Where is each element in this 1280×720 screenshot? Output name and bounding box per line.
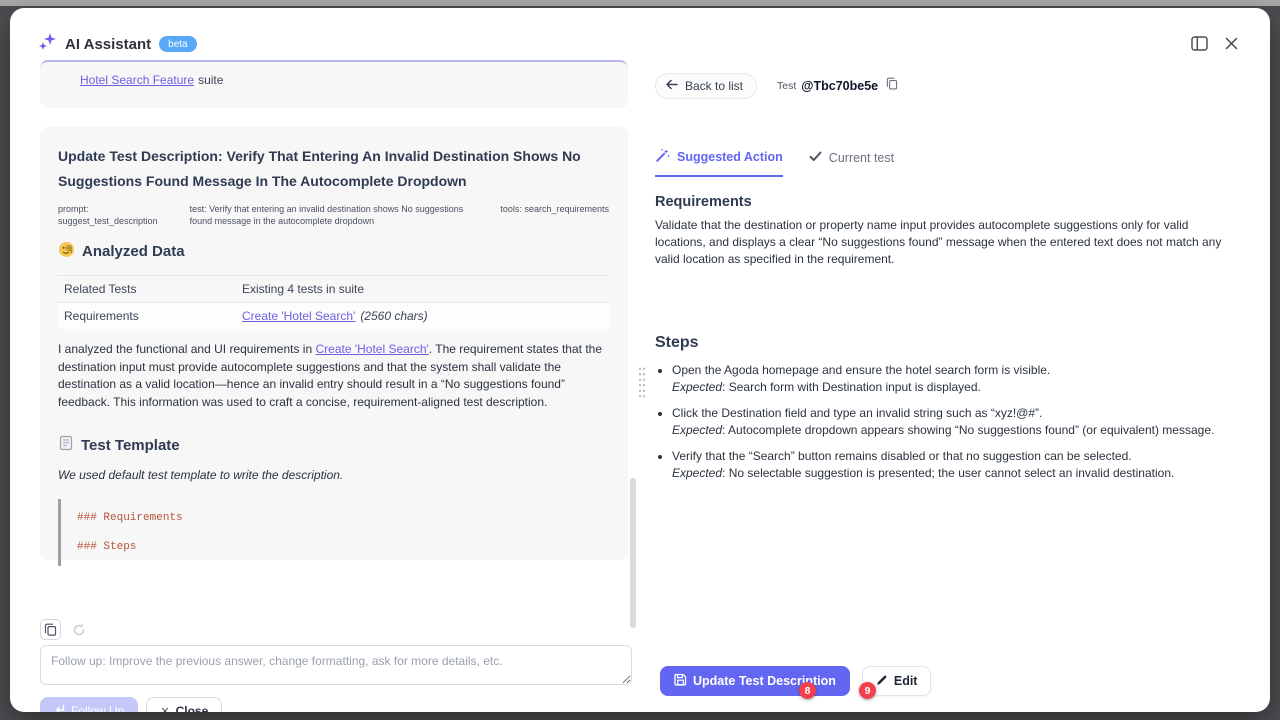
keyboard-hint-badge: 8 [799, 682, 816, 699]
requirements-heading: Requirements [655, 194, 752, 210]
regenerate-icon[interactable] [70, 621, 88, 639]
save-icon [674, 673, 687, 689]
meta-tools: tools: search_requirements [500, 203, 610, 227]
steps-list: Open the Agoda homepage and ensure the h… [672, 362, 1237, 491]
requirements-text: Validate that the destination or propert… [655, 217, 1233, 268]
ai-assistant-modal: AI Assistant beta Hotel Search Feature su… [10, 8, 1270, 712]
code-line: ### Requirements [77, 512, 610, 524]
test-label: Test [777, 80, 796, 92]
page-title: AI Assistant [65, 36, 151, 53]
detail-header: Back to list Test @Tbc70be5e [655, 73, 898, 99]
analysis-table: Related Tests Existing 4 tests in suite … [58, 275, 610, 329]
step-expected: Expected: Autocomplete dropdown appears … [672, 422, 1237, 439]
chars-note: (2560 chars) [360, 309, 427, 323]
table-row: Requirements Create 'Hotel Search' (2560 … [58, 302, 610, 329]
pencil-icon [876, 674, 888, 689]
table-row: Related Tests Existing 4 tests in suite [58, 275, 610, 302]
keyboard-hint-badge: 9 [859, 682, 876, 699]
copy-icon[interactable] [40, 619, 61, 640]
requirement-link[interactable]: Create 'Hotel Search' [242, 309, 355, 323]
back-arrow-icon [666, 79, 678, 93]
follow-up-button[interactable]: Follow Up [40, 697, 138, 712]
back-to-list-button[interactable]: Back to list [655, 73, 757, 99]
analyzed-data-heading: Analyzed Data [58, 241, 610, 262]
requirement-inline-link[interactable]: Create 'Hotel Search' [315, 342, 428, 356]
row-label: Requirements [64, 309, 242, 323]
template-code-block: ### Requirements ### Steps [58, 499, 610, 566]
copy-test-id-icon[interactable] [886, 77, 898, 95]
close-button[interactable]: ✕ Close [146, 697, 222, 712]
step-item: Verify that the “Search” button remains … [672, 448, 1237, 482]
test-id: @Tbc70be5e [801, 79, 878, 93]
notepad-icon [58, 435, 74, 455]
step-item: Open the Agoda homepage and ensure the h… [672, 362, 1237, 396]
template-note: We used default test template to write t… [58, 468, 610, 482]
result-meta-row: prompt: suggest_test_description test: V… [58, 203, 610, 227]
step-action: Click the Destination field and type an … [672, 405, 1237, 422]
x-icon: ✕ [160, 705, 169, 713]
analysis-paragraph: I analyzed the functional and UI require… [58, 341, 610, 411]
update-test-description-button[interactable]: Update Test Description [660, 666, 850, 696]
step-action: Open the Agoda homepage and ensure the h… [672, 362, 1237, 379]
test-detail-panel: Back to list Test @Tbc70be5e Suggested A… [655, 8, 1260, 712]
detail-tabs: Suggested Action Current test [655, 148, 894, 177]
test-meta: Test @Tbc70be5e [777, 77, 898, 95]
suite-context-card: Hotel Search Feature suite [40, 60, 628, 108]
steps-heading: Steps [655, 334, 699, 352]
tab-suggested-action[interactable]: Suggested Action [655, 148, 783, 177]
suite-link[interactable]: Hotel Search Feature [80, 73, 194, 87]
screen-top-strip [0, 0, 1280, 6]
tab-current-test[interactable]: Current test [809, 148, 894, 177]
follow-up-composer: Follow Up ✕ Close [40, 645, 632, 712]
test-template-heading: Test Template [58, 435, 610, 455]
modal-header: AI Assistant beta [38, 32, 197, 56]
step-expected: Expected: No selectable suggestion is pr… [672, 465, 1237, 482]
meta-test: test: Verify that entering an invalid de… [190, 203, 481, 227]
step-expected: Expected: Search form with Destination i… [672, 379, 1237, 396]
code-line: ### Steps [77, 541, 610, 553]
check-icon [809, 151, 822, 165]
row-value: Existing 4 tests in suite [242, 282, 610, 296]
sparkles-icon [38, 32, 57, 56]
row-value: Create 'Hotel Search' (2560 chars) [242, 309, 610, 323]
meta-prompt: prompt: suggest_test_description [58, 203, 170, 227]
assistant-result-card: Update Test Description: Verify That Ent… [40, 127, 628, 560]
step-item: Click the Destination field and type an … [672, 405, 1237, 439]
beta-badge: beta [159, 36, 196, 52]
left-panel-scrollbar[interactable] [630, 478, 636, 628]
return-icon [54, 704, 65, 712]
step-action: Verify that the “Search” button remains … [672, 448, 1237, 465]
magic-wand-icon [655, 148, 670, 166]
follow-up-input[interactable] [40, 645, 632, 685]
suggested-action-buttons: Update Test Description Edit 8 9 [660, 666, 931, 696]
monocle-face-icon [58, 241, 75, 262]
suite-suffix: suite [198, 73, 223, 87]
panel-resize-handle[interactable] [638, 366, 646, 398]
row-label: Related Tests [64, 282, 242, 296]
result-title: Update Test Description: Verify That Ent… [58, 144, 614, 194]
message-tools [40, 619, 88, 640]
